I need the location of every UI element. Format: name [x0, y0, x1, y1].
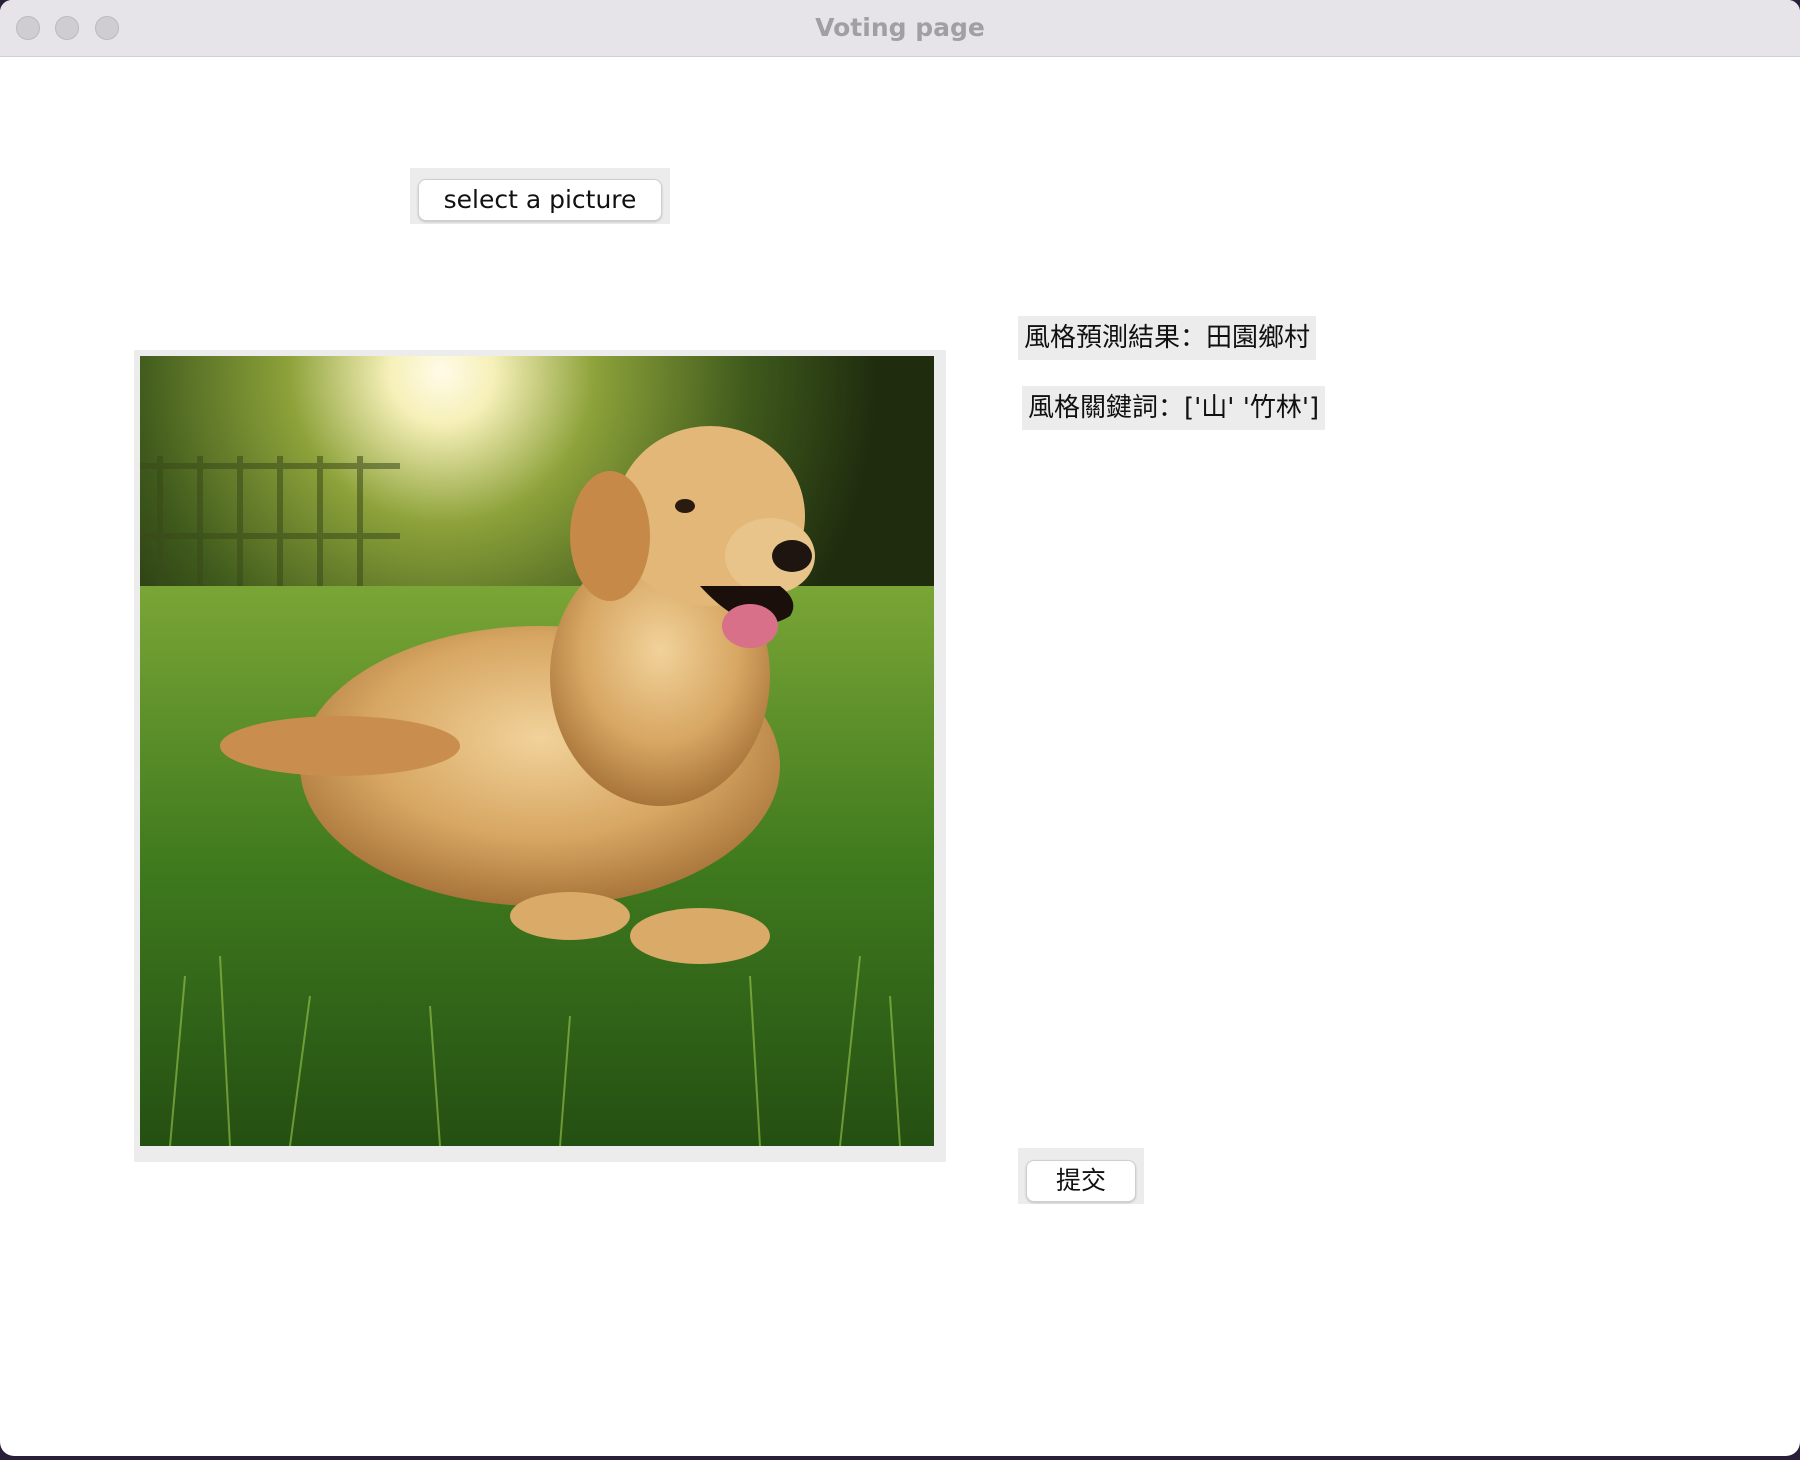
- submit-button[interactable]: 提交: [1026, 1160, 1136, 1202]
- title-bar: Voting page: [0, 0, 1800, 57]
- dog-photo: [140, 356, 934, 1146]
- window-title: Voting page: [815, 13, 985, 42]
- select-picture-button[interactable]: select a picture: [418, 179, 662, 221]
- app-window: Voting page select a picture 風格預測結果：田園鄉村…: [0, 0, 1800, 1456]
- style-keywords-label: 風格關鍵詞：['山' '竹林']: [1022, 386, 1326, 430]
- style-prediction-label: 風格預測結果：田園鄉村: [1018, 316, 1317, 360]
